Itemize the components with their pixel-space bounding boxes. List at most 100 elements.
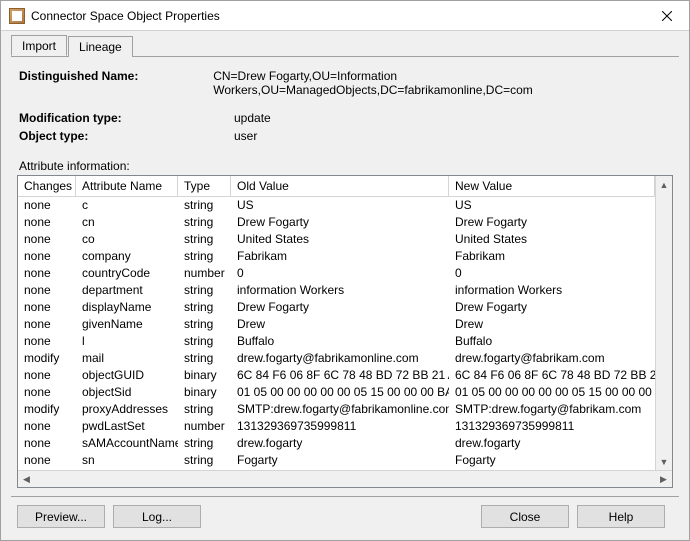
grid-header-row: Changes Attribute Name Type Old Value Ne…	[18, 176, 655, 197]
table-cell: department	[76, 282, 178, 299]
table-row[interactable]: modifymailstringdrew.fogarty@fabrikamonl…	[18, 350, 655, 367]
table-cell: none	[18, 282, 76, 299]
table-cell: string	[178, 435, 231, 452]
table-cell: SMTP:drew.fogarty@fabrikam.com	[449, 401, 655, 418]
table-cell: 0	[449, 265, 655, 282]
table-cell: drew.fogarty	[231, 435, 449, 452]
table-cell: Drew Fogarty	[231, 299, 449, 316]
table-row[interactable]: nonecompanystringFabrikamFabrikam	[18, 248, 655, 265]
scroll-down-icon[interactable]: ▼	[656, 453, 672, 470]
table-cell: c	[76, 197, 178, 214]
table-cell: 131329369735999811	[231, 418, 449, 435]
scroll-up-icon[interactable]: ▲	[656, 176, 672, 193]
table-cell: none	[18, 452, 76, 469]
table-cell: drew.fogarty@fabrikam.com	[449, 350, 655, 367]
objtype-value: user	[234, 129, 257, 143]
attribute-info-label: Attribute information:	[11, 155, 679, 175]
object-info-block: Modification type: update Object type: u…	[11, 109, 679, 145]
table-row[interactable]: nonedepartmentstringinformation Workersi…	[18, 282, 655, 299]
table-row[interactable]: nonecstringUSUS	[18, 197, 655, 214]
table-row[interactable]: nonedisplayNamestringDrew FogartyDrew Fo…	[18, 299, 655, 316]
vertical-scrollbar[interactable]: ▲ ▼	[655, 176, 672, 470]
table-cell: string	[178, 401, 231, 418]
table-cell: Drew Fogarty	[231, 214, 449, 231]
table-cell: none	[18, 367, 76, 384]
table-cell: givenName	[76, 316, 178, 333]
table-cell: string	[178, 248, 231, 265]
table-cell: 01 05 00 00 00 00 00 05 15 00 00 00 BA .…	[231, 384, 449, 401]
table-cell: sAMAccountName	[76, 435, 178, 452]
help-button[interactable]: Help	[577, 505, 665, 528]
tab-import[interactable]: Import	[11, 35, 67, 56]
col-header-attribute-name[interactable]: Attribute Name	[76, 176, 178, 197]
table-cell: Drew Fogarty	[449, 214, 655, 231]
table-cell: objectGUID	[76, 367, 178, 384]
table-cell: none	[18, 248, 76, 265]
dn-label: Distinguished Name:	[19, 69, 213, 97]
table-cell: string	[178, 214, 231, 231]
table-cell: pwdLastSet	[76, 418, 178, 435]
table-row[interactable]: modifyproxyAddressesstringSMTP:drew.foga…	[18, 401, 655, 418]
attribute-grid: Changes Attribute Name Type Old Value Ne…	[17, 175, 673, 488]
tab-lineage[interactable]: Lineage	[68, 36, 133, 57]
table-cell: 01 05 00 00 00 00 00 05 15 00 00 00 BA	[449, 384, 655, 401]
log-button[interactable]: Log...	[113, 505, 201, 528]
table-cell: none	[18, 418, 76, 435]
table-cell: modify	[18, 401, 76, 418]
dialog-window: Connector Space Object Properties Import…	[0, 0, 690, 541]
table-cell: company	[76, 248, 178, 265]
table-cell: Fogarty	[231, 452, 449, 469]
table-row[interactable]: nonesnstringFogartyFogarty	[18, 452, 655, 469]
close-button[interactable]: Close	[481, 505, 569, 528]
window-title: Connector Space Object Properties	[31, 9, 644, 23]
table-row[interactable]: noneobjectSidbinary01 05 00 00 00 00 00 …	[18, 384, 655, 401]
table-row[interactable]: nonepwdLastSetnumber13132936973599981113…	[18, 418, 655, 435]
table-row[interactable]: nonecostringUnited StatesUnited States	[18, 231, 655, 248]
table-cell: Drew Fogarty	[449, 299, 655, 316]
scroll-left-icon[interactable]: ◀	[18, 471, 35, 487]
table-cell: Buffalo	[449, 333, 655, 350]
col-header-changes[interactable]: Changes	[18, 176, 76, 197]
col-header-old-value[interactable]: Old Value	[231, 176, 449, 197]
hscroll-track[interactable]	[35, 471, 655, 487]
table-row[interactable]: noneobjectGUIDbinary6C 84 F6 06 8F 6C 78…	[18, 367, 655, 384]
grid-body[interactable]: nonecstringUSUSnonecnstringDrew FogartyD…	[18, 197, 655, 470]
table-cell: information Workers	[449, 282, 655, 299]
table-cell: l	[76, 333, 178, 350]
table-row[interactable]: nonecnstringDrew FogartyDrew Fogarty	[18, 214, 655, 231]
table-cell: cn	[76, 214, 178, 231]
table-cell: 6C 84 F6 06 8F 6C 78 48 BD 72 BB 21 AF..…	[231, 367, 449, 384]
table-cell: none	[18, 384, 76, 401]
close-icon[interactable]	[644, 1, 689, 30]
horizontal-scrollbar[interactable]: ◀ ▶	[18, 470, 672, 487]
table-row[interactable]: nonesAMAccountNamestringdrew.fogartydrew…	[18, 435, 655, 452]
table-cell: United States	[231, 231, 449, 248]
table-row[interactable]: nonecountryCodenumber00	[18, 265, 655, 282]
table-cell: string	[178, 197, 231, 214]
table-cell: number	[178, 265, 231, 282]
preview-button[interactable]: Preview...	[17, 505, 105, 528]
table-cell: sn	[76, 452, 178, 469]
button-row: Preview... Log... Close Help	[11, 505, 679, 530]
table-cell: Fabrikam	[231, 248, 449, 265]
objtype-label: Object type:	[19, 129, 234, 143]
table-cell: none	[18, 299, 76, 316]
scroll-right-icon[interactable]: ▶	[655, 471, 672, 487]
table-cell: Buffalo	[231, 333, 449, 350]
table-cell: string	[178, 333, 231, 350]
table-row[interactable]: nonegivenNamestringDrewDrew	[18, 316, 655, 333]
table-cell: Fogarty	[449, 452, 655, 469]
table-cell: mail	[76, 350, 178, 367]
content-area: Import Lineage Distinguished Name: CN=Dr…	[1, 31, 689, 540]
table-cell: binary	[178, 384, 231, 401]
modtype-label: Modification type:	[19, 111, 234, 125]
col-header-type[interactable]: Type	[178, 176, 231, 197]
table-cell: none	[18, 316, 76, 333]
table-cell: string	[178, 299, 231, 316]
table-cell: string	[178, 316, 231, 333]
table-cell: Fabrikam	[449, 248, 655, 265]
table-row[interactable]: nonelstringBuffaloBuffalo	[18, 333, 655, 350]
table-cell: Drew	[449, 316, 655, 333]
col-header-new-value[interactable]: New Value	[449, 176, 655, 197]
table-cell: SMTP:drew.fogarty@fabrikamonline.com	[231, 401, 449, 418]
